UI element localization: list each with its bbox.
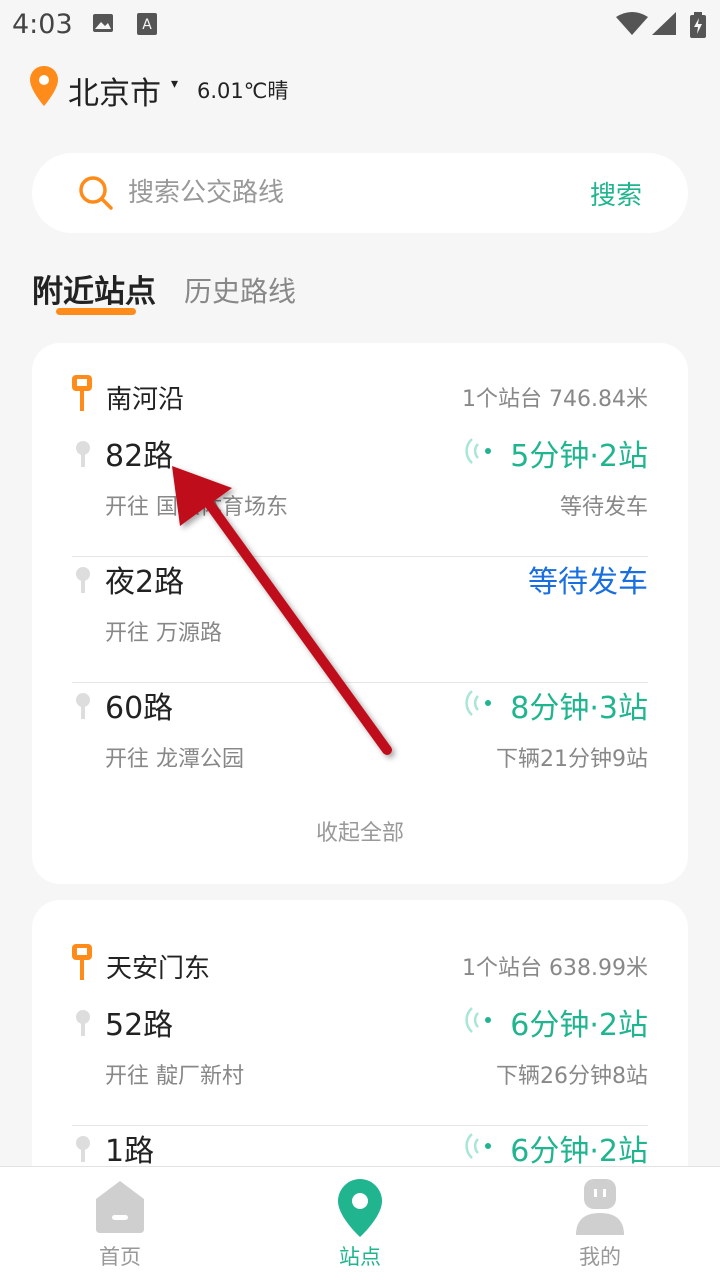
station-card: 南河沿 1个站台 746.84米 82路 开往 国家体育场东 5分钟·2站 等待… — [32, 343, 688, 884]
search-button[interactable]: 搜索 — [590, 175, 642, 212]
search-icon — [78, 175, 114, 215]
svg-text:A: A — [142, 17, 152, 33]
route-row[interactable]: 52路 开往 靛厂新村 6分钟·2站 下辆26分钟8站 — [72, 1000, 648, 1126]
home-icon — [94, 1179, 146, 1239]
route-destination: 开往 万源路 — [105, 621, 222, 646]
realtime-signal-icon — [462, 685, 498, 725]
realtime-signal-icon — [462, 1128, 498, 1168]
route-name: 82路 — [105, 439, 174, 474]
gallery-icon — [92, 12, 114, 38]
search-bar: 搜索 — [32, 153, 688, 233]
station-header[interactable]: 天安门东 1个站台 638.99米 — [72, 944, 648, 984]
tab-history-routes[interactable]: 历史路线 — [184, 270, 296, 310]
route-eta: 6分钟·2站 — [510, 1134, 648, 1169]
route-pin-icon — [76, 1136, 90, 1166]
nav-label: 首页 — [99, 1245, 141, 1269]
station-pin-icon — [338, 1179, 382, 1241]
wifi-icon — [616, 12, 648, 40]
tab-bar: 附近站点 历史路线 — [32, 266, 532, 326]
status-time: 4:03 — [12, 9, 73, 40]
route-pin-icon — [76, 693, 90, 723]
route-pin-icon — [76, 441, 90, 471]
bus-stop-icon — [72, 375, 92, 415]
realtime-signal-icon — [462, 1002, 498, 1042]
collapse-all-button[interactable]: 收起全部 — [32, 815, 688, 847]
route-eta: 8分钟·3站 — [510, 691, 648, 726]
route-next-info: 下辆26分钟8站 — [496, 1064, 648, 1089]
chevron-down-icon[interactable]: ▾ — [171, 76, 178, 92]
nav-profile[interactable]: 我的 — [480, 1167, 720, 1280]
route-row[interactable]: 82路 开往 国家体育场东 5分钟·2站 等待发车 — [72, 431, 648, 557]
route-destination: 开往 靛厂新村 — [105, 1064, 244, 1089]
route-pin-icon — [76, 567, 90, 597]
route-destination: 开往 国家体育场东 — [105, 495, 288, 520]
route-pin-icon — [76, 1010, 90, 1040]
nav-label: 站点 — [339, 1245, 381, 1269]
route-next-info: 等待发车 — [559, 495, 648, 520]
realtime-signal-icon — [462, 433, 498, 473]
location-pin-icon — [30, 66, 58, 110]
location-header: 北京市 ▾ 6.01℃晴 — [30, 64, 690, 112]
route-name: 夜2路 — [105, 565, 185, 600]
nav-home[interactable]: 首页 — [0, 1167, 240, 1280]
route-row[interactable]: 60路 开往 龙潭公园 8分钟·3站 下辆21分钟9站 — [72, 683, 648, 809]
tab-active-indicator — [56, 308, 136, 315]
search-input[interactable] — [128, 153, 548, 233]
route-destination: 开往 龙潭公园 — [105, 747, 244, 772]
station-name: 天安门东 — [106, 954, 211, 984]
nav-stations[interactable]: 站点 — [240, 1167, 480, 1280]
weather-text: 6.01℃晴 — [197, 79, 289, 103]
station-name: 南河沿 — [106, 385, 185, 415]
route-eta: 6分钟·2站 — [510, 1008, 648, 1043]
bus-stop-icon — [72, 944, 92, 984]
profile-icon — [574, 1179, 626, 1239]
route-name: 1路 — [105, 1134, 155, 1169]
city-selector[interactable]: 北京市 — [68, 68, 161, 113]
station-card: 天安门东 1个站台 638.99米 52路 开往 靛厂新村 6分钟·2站 下辆2… — [32, 900, 688, 1200]
route-name: 60路 — [105, 691, 174, 726]
bottom-nav: 首页 站点 我的 — [0, 1166, 720, 1280]
route-eta: 5分钟·2站 — [510, 439, 648, 474]
route-row[interactable]: 夜2路 开往 万源路 等待发车 — [72, 557, 648, 683]
route-name: 52路 — [105, 1008, 174, 1043]
battery-icon — [690, 12, 706, 42]
status-bar: 4:03 A — [0, 0, 720, 50]
route-next-info: 下辆21分钟9站 — [496, 747, 648, 772]
station-meta: 1个站台 638.99米 — [462, 956, 648, 981]
font-icon: A — [136, 12, 158, 40]
station-meta: 1个站台 746.84米 — [462, 387, 648, 412]
station-header[interactable]: 南河沿 1个站台 746.84米 — [72, 375, 648, 415]
nav-label: 我的 — [579, 1245, 621, 1269]
tab-nearby-stations[interactable]: 附近站点 — [32, 266, 156, 311]
route-status: 等待发车 — [528, 565, 648, 600]
signal-icon — [652, 12, 678, 40]
